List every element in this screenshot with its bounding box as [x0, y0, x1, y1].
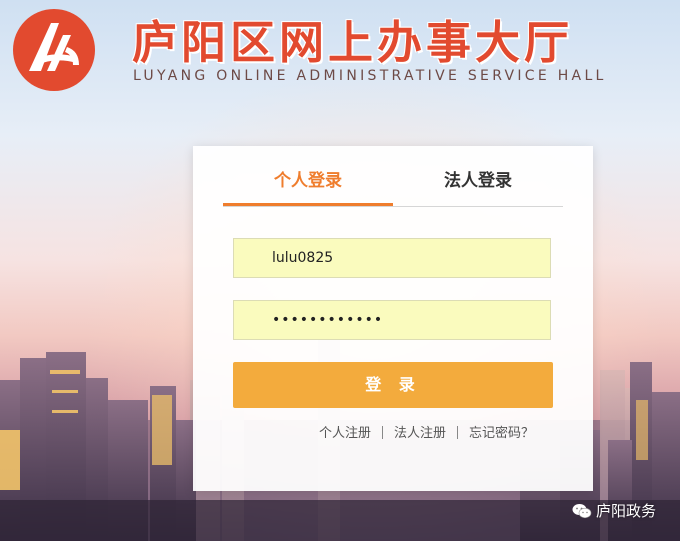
site-header: 庐阳区网上办事大厅 LUYANG ONLINE ADMINISTRATIVE S… — [0, 0, 680, 100]
link-divider — [382, 426, 384, 439]
login-button[interactable]: 登 录 — [233, 362, 553, 408]
site-subtitle: LUYANG ONLINE ADMINISTRATIVE SERVICE HAL… — [133, 68, 607, 84]
tab-personal-login[interactable]: 个人登录 — [223, 162, 393, 206]
register-personal-link[interactable]: 个人注册 — [319, 426, 371, 441]
forgot-password-link[interactable]: 忘记密码？ — [469, 426, 534, 441]
account-links: 个人注册 法人注册 忘记密码？ — [319, 422, 559, 444]
luyang-logo-icon — [13, 9, 95, 91]
wechat-icon — [572, 504, 592, 519]
password-input[interactable]: •••••••••••• — [233, 300, 551, 340]
register-legal-link[interactable]: 法人注册 — [394, 426, 446, 441]
link-divider — [457, 426, 459, 439]
watermark-text: 庐阳政务 — [596, 502, 657, 520]
login-tabs: 个人登录 法人登录 — [223, 162, 563, 207]
wechat-watermark: 庐阳政务 — [572, 500, 656, 521]
site-title: 庐阳区网上办事大厅 — [132, 16, 574, 69]
username-input[interactable]: lulu0825 — [233, 238, 551, 278]
login-panel: 个人登录 法人登录 lulu0825 •••••••••••• 登 录 个人注册… — [193, 146, 593, 491]
tab-legal-login[interactable]: 法人登录 — [393, 162, 563, 205]
